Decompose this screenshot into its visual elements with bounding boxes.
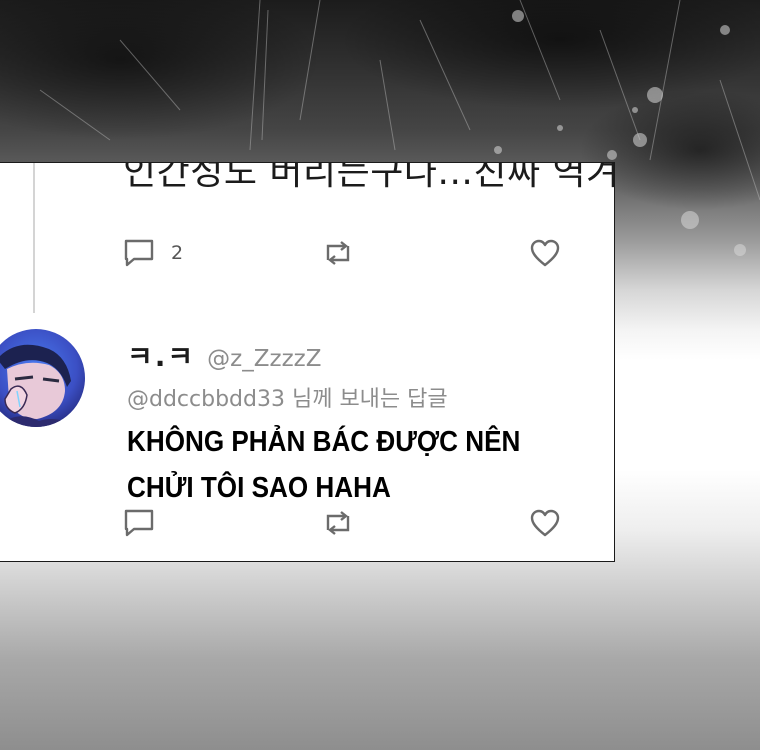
reply-icon	[124, 239, 154, 267]
reply-tweet-actions	[0, 505, 614, 541]
previous-tweet-text: 인간성도 버리는구나...진짜 역겨	[123, 162, 615, 193]
retweet-icon	[326, 511, 350, 535]
retweet-button[interactable]	[323, 235, 353, 271]
user-handle[interactable]: @z_ZzzzZ	[207, 346, 321, 372]
previous-tweet-actions: 2	[0, 235, 614, 271]
reply-button[interactable]	[123, 505, 155, 541]
display-name[interactable]: ㅋ.ㅋ	[127, 335, 195, 375]
reply-tweet-header: ㅋ.ㅋ @z_ZzzzZ	[127, 335, 321, 375]
replying-to-label: @ddccbbdd33 님께 보내는 답글	[127, 387, 448, 412]
avatar-portrait	[0, 329, 85, 427]
heart-icon	[530, 239, 560, 267]
reply-count: 2	[171, 242, 184, 264]
like-button[interactable]	[529, 505, 561, 541]
retweet-icon	[326, 241, 350, 265]
tweet-thread-card: 인간성도 버리는구나...진짜 역겨 2 ㅋ.ㅋ @z_ZzzzZ @ddccb…	[0, 162, 615, 562]
reply-button[interactable]: 2	[123, 235, 183, 271]
reply-tweet-text: KHÔNG PHẢN BÁC ĐƯỢC NÊN CHỬI TÔI SAO HAH…	[127, 426, 521, 504]
heart-icon	[530, 509, 560, 537]
avatar[interactable]	[0, 329, 85, 427]
like-button[interactable]	[529, 235, 561, 271]
reply-icon	[124, 509, 154, 537]
retweet-button[interactable]	[323, 505, 353, 541]
